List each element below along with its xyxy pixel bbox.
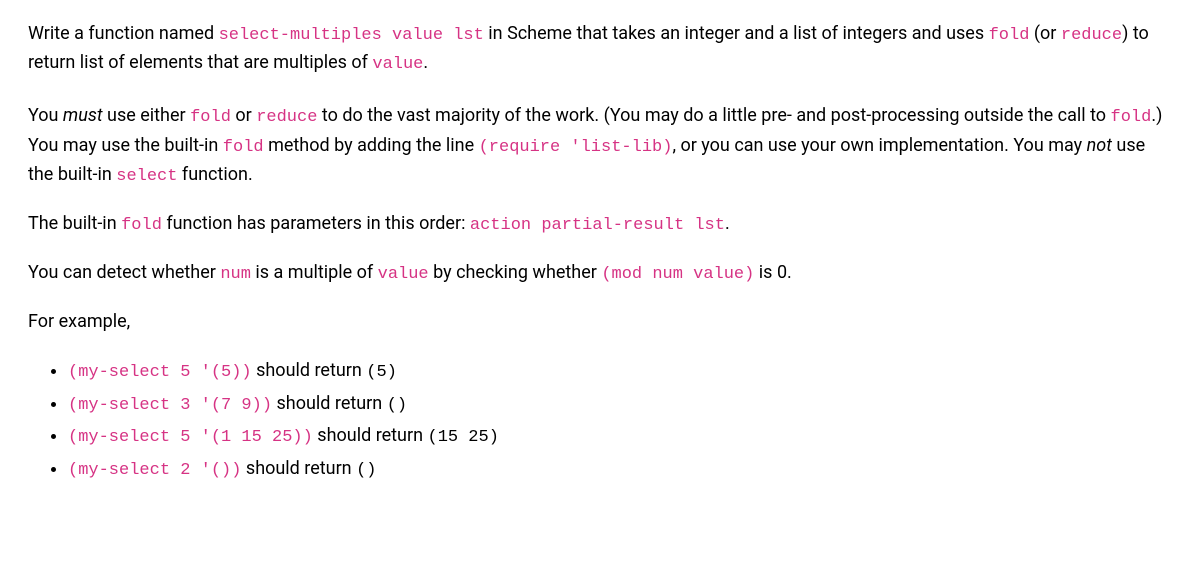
text: The built-in	[28, 213, 121, 234]
code-fn-signature: select-multiples value lst	[219, 26, 484, 45]
paragraph-2: You must use either fold or reduce to do…	[28, 102, 1170, 190]
text: is a multiple of	[251, 262, 378, 283]
list-item: (my-select 5 '(5)) should return (5)	[68, 357, 1170, 386]
text: by checking whether	[429, 262, 602, 283]
code-mod: (mod num value)	[601, 265, 754, 284]
list-item: (my-select 5 '(1 15 25)) should return (…	[68, 422, 1170, 451]
text: is 0.	[754, 262, 791, 283]
example-list: (my-select 5 '(5)) should return (5) (my…	[28, 357, 1170, 483]
text: in Scheme that takes an integer and a li…	[484, 23, 989, 44]
text: use either	[103, 105, 191, 126]
text: to do the vast majority of the work. (Yo…	[317, 105, 1110, 126]
emphasis-not: not	[1087, 135, 1112, 156]
code-result: (5)	[366, 363, 397, 382]
code-result: ()	[356, 461, 376, 480]
code-reduce: reduce	[1061, 26, 1122, 45]
code-fold: fold	[1111, 108, 1152, 127]
code-num: num	[220, 265, 251, 284]
text: function.	[177, 164, 252, 185]
code-value: value	[372, 55, 423, 74]
code-call: (my-select 2 '())	[68, 461, 241, 480]
code-fold: fold	[989, 26, 1030, 45]
text: You	[28, 105, 63, 126]
list-item: (my-select 3 '(7 9)) should return ()	[68, 390, 1170, 419]
text: .	[725, 213, 730, 234]
text: method by adding the line	[264, 135, 479, 156]
code-value: value	[378, 265, 429, 284]
code-call: (my-select 3 '(7 9))	[68, 396, 272, 415]
code-require: (require 'list-lib)	[479, 138, 673, 157]
text: or	[231, 105, 256, 126]
code-result: (15 25)	[428, 428, 499, 447]
text: , or you can use your own implementation…	[672, 135, 1086, 156]
paragraph-3: The built-in fold function has parameter…	[28, 210, 1170, 239]
text: function has parameters in this order:	[162, 213, 470, 234]
text: Write a function named	[28, 23, 219, 44]
code-call: (my-select 5 '(1 15 25))	[68, 428, 313, 447]
code-fold: fold	[121, 216, 162, 235]
text: You can detect whether	[28, 262, 220, 283]
text: should return	[252, 360, 367, 381]
list-item: (my-select 2 '()) should return ()	[68, 455, 1170, 484]
paragraph-4: You can detect whether num is a multiple…	[28, 259, 1170, 288]
code-params: action partial-result lst	[470, 216, 725, 235]
code-reduce: reduce	[256, 108, 317, 127]
text: should return	[241, 458, 356, 479]
paragraph-1: Write a function named select-multiples …	[28, 20, 1170, 78]
code-call: (my-select 5 '(5))	[68, 363, 252, 382]
code-fold: fold	[190, 108, 231, 127]
emphasis-must: must	[63, 105, 103, 126]
text: (or	[1029, 23, 1060, 44]
paragraph-example-intro: For example,	[28, 308, 1170, 337]
text: .	[423, 52, 428, 73]
text: should return	[272, 393, 387, 414]
text: should return	[313, 425, 428, 446]
text: For example,	[28, 311, 130, 332]
code-fold: fold	[223, 138, 264, 157]
code-select: select	[116, 167, 177, 186]
code-result: ()	[387, 396, 407, 415]
